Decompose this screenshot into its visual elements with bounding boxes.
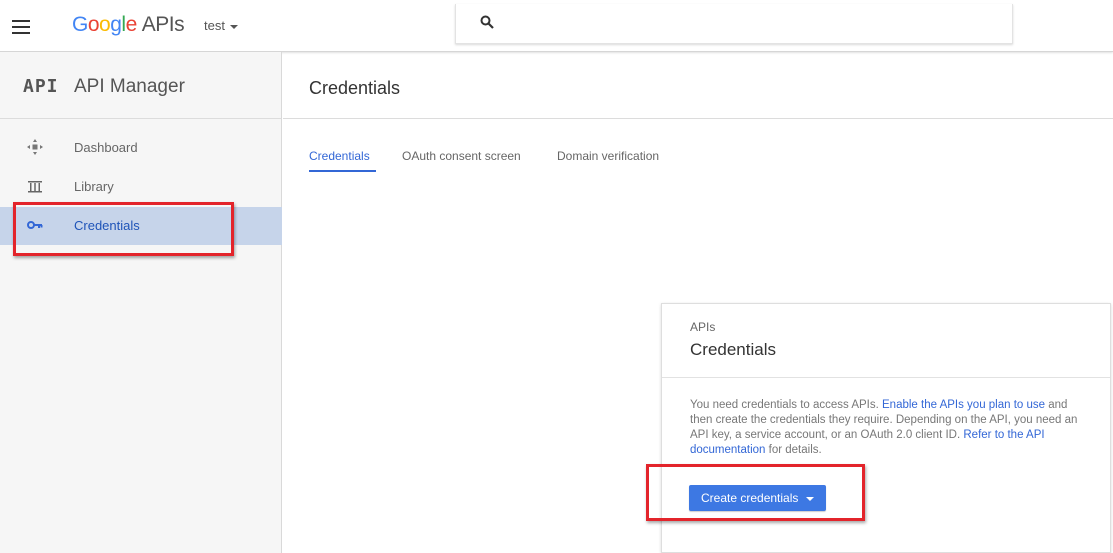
sidebar-item-library[interactable]: Library — [0, 168, 282, 206]
dashboard-icon — [27, 139, 43, 155]
api-logo: API — [23, 76, 59, 97]
project-name: test — [204, 18, 225, 33]
library-icon — [28, 181, 42, 193]
page-title: Credentials — [309, 78, 401, 98]
credentials-card: APIs Credentials You need credentials to… — [661, 303, 1111, 553]
card-header: APIs Credentials — [662, 304, 1110, 378]
sidebar-item-dashboard[interactable]: Dashboard — [0, 129, 282, 167]
chevron-down-icon — [229, 24, 238, 29]
key-icon — [27, 221, 43, 229]
create-credentials-label: Create credentials — [701, 491, 799, 505]
sidebar-header: API API Manager — [0, 52, 281, 119]
active-tab-indicator — [309, 170, 376, 172]
sidebar-item-credentials[interactable]: Credentials — [0, 207, 282, 245]
search-icon[interactable] — [480, 15, 494, 29]
sidebar-item-label: Dashboard — [74, 140, 138, 155]
enable-apis-link[interactable]: Enable the APIs you plan to use — [882, 399, 1045, 411]
tab-credentials[interactable]: Credentials — [309, 149, 370, 163]
logo-letter: o — [99, 13, 111, 36]
description-text: You need credentials to access APIs. — [690, 399, 883, 411]
logo-letter: e — [125, 13, 138, 36]
logo-suffix: APIs — [141, 13, 185, 36]
search-box[interactable] — [455, 4, 1013, 44]
description-text: for details. — [765, 444, 822, 456]
logo-letter: G — [72, 13, 88, 36]
content-header: Credentials — [283, 52, 1113, 119]
logo-letter: o — [87, 13, 100, 36]
tab-oauth-consent-screen[interactable]: OAuth consent screen — [402, 149, 521, 163]
sidebar-item-label: Credentials — [74, 218, 140, 233]
chevron-down-icon — [806, 496, 815, 501]
sidebar: API API Manager Dashboard Library Creden… — [0, 52, 282, 553]
sidebar-title: API Manager — [74, 76, 185, 97]
logo-letter: g — [110, 13, 122, 36]
project-selector[interactable]: test — [204, 18, 238, 33]
card-description: You need credentials to access APIs. Ena… — [690, 398, 1085, 458]
google-apis-logo[interactable]: Google APIs — [72, 13, 185, 37]
sidebar-item-label: Library — [74, 179, 114, 194]
create-credentials-button[interactable]: Create credentials — [689, 485, 827, 511]
top-bar: Google APIs test — [0, 0, 1113, 52]
menu-icon[interactable] — [12, 20, 30, 34]
tab-domain-verification[interactable]: Domain verification — [557, 149, 659, 163]
page: Google APIs test API API Manager Dashboar… — [0, 0, 1113, 553]
card-title: Credentials — [690, 340, 776, 359]
card-overline: APIs — [690, 320, 716, 334]
